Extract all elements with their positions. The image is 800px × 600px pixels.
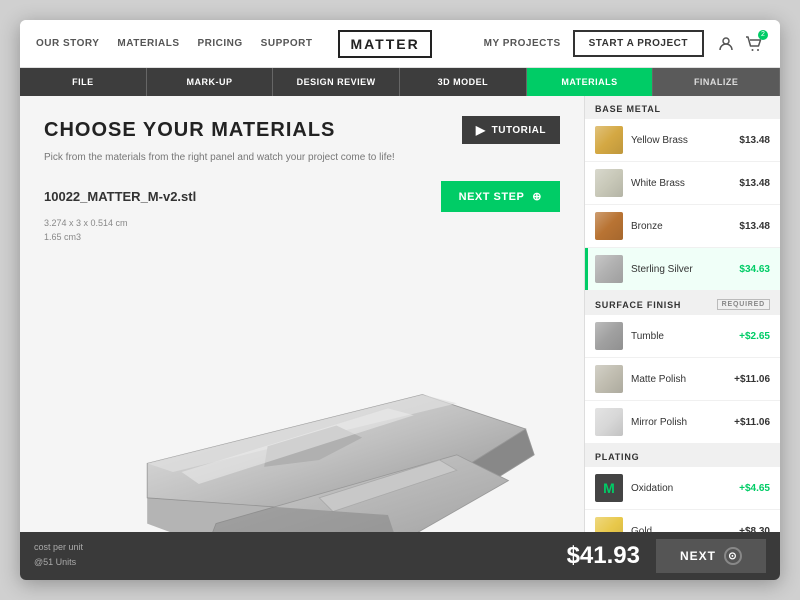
main-content: CHOOSE YOUR MATERIALS ▶ TUTORIAL Pick fr… [20, 96, 780, 532]
cart-icon[interactable]: 2 [744, 34, 764, 54]
material-swatch [595, 322, 623, 350]
material-price: $13.48 [739, 178, 770, 189]
progress-step-file: FILE [20, 68, 147, 96]
progress-step-design-review: DESIGN REVIEW [273, 68, 400, 96]
material-name: Gold [631, 526, 739, 533]
material-item-oxidation[interactable]: M Oxidation+$4.65 [585, 467, 780, 510]
material-name: Sterling Silver [631, 264, 739, 275]
panel-header: CHOOSE YOUR MATERIALS ▶ TUTORIAL [44, 116, 560, 144]
material-swatch [595, 212, 623, 240]
filename: 10022_MATTER_M-v2.stl [44, 189, 196, 204]
material-swatch [595, 126, 623, 154]
material-price: +$2.65 [739, 331, 770, 342]
nav-link-materials[interactable]: MATERIALS [117, 38, 179, 49]
material-name: Oxidation [631, 483, 739, 494]
progress-bar: FILEMARK-UPDESIGN REVIEW3D MODELMATERIAL… [20, 68, 780, 96]
right-panel: BASE METALYellow Brass$13.48White Brass$… [584, 96, 780, 532]
material-price: $13.48 [739, 135, 770, 146]
progress-step-mark-up: MARK-UP [147, 68, 274, 96]
section-header-plating: PLATING [585, 444, 780, 467]
start-project-button[interactable]: START A PROJECT [573, 30, 704, 57]
material-price: $13.48 [739, 221, 770, 232]
material-price: +$8.30 [739, 526, 770, 533]
header-right: MY PROJECTS START A PROJECT 2 [484, 30, 764, 57]
required-badge: REQUIRED [717, 299, 770, 310]
progress-step-finalize: FINALIZE [653, 68, 780, 96]
tutorial-button[interactable]: ▶ TUTORIAL [462, 116, 560, 144]
next-step-button[interactable]: NEXT STEP ⊕ [441, 181, 560, 212]
material-swatch [595, 517, 623, 532]
cost-units: @51 Units [34, 557, 76, 567]
material-name: Mirror Polish [631, 417, 734, 428]
material-name: Tumble [631, 331, 739, 342]
app-window: OUR STORYMATERIALSPRICINGSUPPORT MATTER … [20, 20, 780, 580]
cost-label: cost per unit [34, 542, 567, 552]
header: OUR STORYMATERIALSPRICINGSUPPORT MATTER … [20, 20, 780, 68]
material-item-sterling-silver[interactable]: Sterling Silver$34.63 [585, 248, 780, 291]
bottom-bar: cost per unit @51 Units $41.93 NEXT ⊙ [20, 532, 780, 580]
logo: MATTER [338, 30, 431, 58]
nav-link-support[interactable]: SUPPORT [261, 38, 313, 49]
page-title: CHOOSE YOUR MATERIALS [44, 119, 335, 142]
material-price: +$11.06 [734, 374, 770, 385]
material-name: Yellow Brass [631, 135, 739, 146]
subtitle: Pick from the materials from the right p… [44, 152, 560, 163]
nav-link-pricing[interactable]: PRICING [198, 38, 243, 49]
next-btn-icon: ⊙ [724, 547, 742, 565]
material-item-tumble[interactable]: Tumble+$2.65 [585, 315, 780, 358]
dimensions: 3.274 x 3 x 0.514 cm 1.65 cm3 [44, 216, 560, 245]
cart-badge: 2 [758, 30, 768, 40]
material-swatch: M [595, 474, 623, 502]
material-price: +$4.65 [739, 483, 770, 494]
material-name: White Brass [631, 178, 739, 189]
material-swatch [595, 408, 623, 436]
material-item-white-brass[interactable]: White Brass$13.48 [585, 162, 780, 205]
section-header-surface-finish: SURFACE FINISHREQUIRED [585, 291, 780, 315]
user-icon[interactable] [716, 34, 736, 54]
model-viewport [44, 257, 560, 532]
material-item-gold[interactable]: Gold+$8.30 [585, 510, 780, 532]
nav-links: OUR STORY MATERIALS PRICING SUPPORT [36, 38, 313, 49]
my-projects-link[interactable]: MY PROJECTS [484, 38, 561, 49]
progress-step-materials: MATERIALS [527, 68, 654, 96]
total-price: $41.93 [567, 542, 640, 570]
section-header-base-metal: BASE METAL [585, 96, 780, 119]
material-name: Matte Polish [631, 374, 734, 385]
material-item-yellow-brass[interactable]: Yellow Brass$13.48 [585, 119, 780, 162]
material-item-matte-polish[interactable]: Matte Polish+$11.06 [585, 358, 780, 401]
left-panel: CHOOSE YOUR MATERIALS ▶ TUTORIAL Pick fr… [20, 96, 584, 532]
material-item-bronze[interactable]: Bronze$13.48 [585, 205, 780, 248]
header-icons: 2 [716, 34, 764, 54]
model-3d [44, 257, 560, 532]
cost-info: cost per unit @51 Units [34, 542, 567, 570]
material-price: $34.63 [739, 264, 770, 275]
material-name: Bronze [631, 221, 739, 232]
next-button[interactable]: NEXT ⊙ [656, 539, 766, 573]
material-swatch [595, 255, 623, 283]
file-info: 10022_MATTER_M-v2.stl NEXT STEP ⊕ [44, 181, 560, 212]
material-item-mirror-polish[interactable]: Mirror Polish+$11.06 [585, 401, 780, 444]
nav-link-our-story[interactable]: OUR STORY [36, 38, 99, 49]
progress-step-3d-model: 3D MODEL [400, 68, 527, 96]
material-price: +$11.06 [734, 417, 770, 428]
selected-indicator [585, 248, 588, 290]
tutorial-icon: ▶ [476, 123, 486, 137]
material-swatch [595, 365, 623, 393]
material-swatch [595, 169, 623, 197]
materials-list: BASE METALYellow Brass$13.48White Brass$… [585, 96, 780, 532]
